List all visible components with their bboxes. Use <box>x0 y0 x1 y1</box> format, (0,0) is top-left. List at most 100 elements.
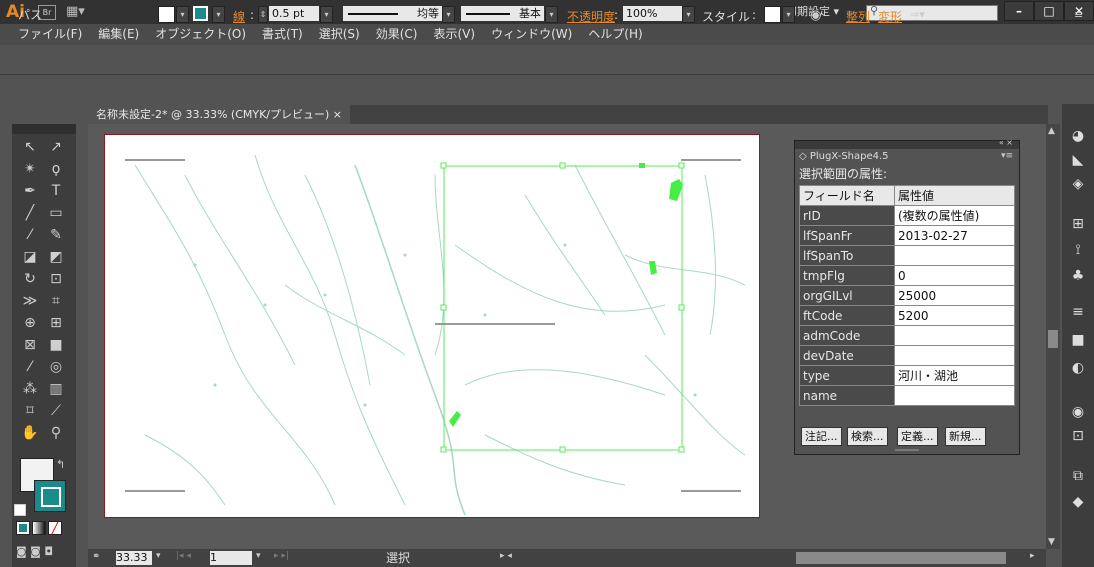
lasso-tool-icon[interactable]: ϙ <box>44 160 68 178</box>
zoom-tool-icon[interactable]: ⚲ <box>44 424 68 442</box>
appearance-icon[interactable]: ◉ <box>1070 404 1086 420</box>
field-value[interactable]: 2013-02-27 <box>894 225 1015 246</box>
table-row[interactable]: admCode <box>799 325 1015 346</box>
eyedropper-tool-icon[interactable]: ⁄ <box>18 358 42 376</box>
table-row[interactable]: name <box>799 385 1015 406</box>
gradient-panel-icon[interactable]: ■ <box>1070 332 1086 348</box>
blob-brush-tool-icon[interactable]: ◪ <box>18 248 42 266</box>
free-transform-tool-icon[interactable]: ⌗ <box>44 292 68 310</box>
rotate-tool-icon[interactable]: ↻ <box>18 270 42 288</box>
direct-selection-tool-icon[interactable]: ↗ <box>44 138 68 156</box>
table-row[interactable]: ftCode 5200 <box>799 305 1015 326</box>
symbol-sprayer-tool-icon[interactable]: ⁂ <box>18 380 42 398</box>
opacity-label[interactable]: 不透明度 <box>567 8 615 25</box>
arrange-documents-icon[interactable]: ▦▾ <box>66 3 85 21</box>
annotate-button[interactable]: 注記... <box>801 427 842 446</box>
slice-tool-icon[interactable]: ⟋ <box>44 402 68 420</box>
layers-icon[interactable]: ◆ <box>1070 494 1086 510</box>
panel-header-bar[interactable]: « × <box>795 138 1019 149</box>
gradient-mode-button[interactable] <box>32 521 46 535</box>
default-fill-stroke-icon[interactable] <box>14 504 26 516</box>
menu-file[interactable]: ファイル(F) <box>0 24 82 45</box>
panel-menu-icon[interactable]: ▾≡ <box>1001 151 1013 161</box>
symbols-icon[interactable]: ♣ <box>1070 268 1086 284</box>
field-value[interactable]: (複数の属性値) <box>894 205 1015 226</box>
field-value[interactable] <box>894 385 1015 406</box>
transform-label[interactable]: 変形 <box>878 8 902 25</box>
field-value[interactable] <box>894 325 1015 346</box>
menu-select[interactable]: 選択(S) <box>303 24 360 45</box>
stroke-panel-icon[interactable]: ≡ <box>1070 304 1086 320</box>
recolor-artwork-icon[interactable]: ◉ <box>810 8 821 23</box>
stroke-swatch[interactable] <box>193 6 208 21</box>
artboard-tool-icon[interactable]: ⌑ <box>18 402 42 420</box>
graphic-style-swatch[interactable] <box>764 6 781 23</box>
color-mode-button[interactable] <box>16 521 30 535</box>
minimize-button[interactable]: – <box>1004 1 1034 21</box>
stroke-color-box[interactable] <box>34 480 66 512</box>
brush-definition[interactable]: 基本 <box>460 5 545 22</box>
isolate-icon[interactable]: ⇒▾ <box>910 8 925 21</box>
define-button[interactable]: 定義... <box>897 427 938 446</box>
search-button[interactable]: 検索... <box>847 427 888 446</box>
panel-resize-grip[interactable] <box>895 449 919 451</box>
panel-collapse-close-icon[interactable]: « × <box>999 138 1013 147</box>
opacity-dropdown[interactable]: ▾ <box>682 6 695 23</box>
type-tool-icon[interactable]: T <box>44 182 68 200</box>
menu-view[interactable]: 表示(V) <box>417 24 475 45</box>
profile-dropdown[interactable]: ▾ <box>442 6 455 23</box>
swatches-icon[interactable]: ⊞ <box>1070 216 1086 232</box>
magic-wand-tool-icon[interactable]: ✴ <box>18 160 42 178</box>
table-row[interactable]: lfSpanTo <box>799 245 1015 266</box>
selection-tool-icon[interactable]: ↖ <box>18 138 42 156</box>
menu-type[interactable]: 書式(T) <box>246 24 303 45</box>
color-panel-icon[interactable]: ◕ <box>1070 128 1086 144</box>
pencil-tool-icon[interactable]: ✎ <box>44 226 68 244</box>
stroke-dropdown[interactable]: ▾ <box>212 6 225 23</box>
status-menu-icon[interactable]: ▸ ◂ <box>500 551 512 561</box>
width-tool-icon[interactable]: ≫ <box>18 292 42 310</box>
stroke-weight-dropdown[interactable]: ▾ <box>320 6 333 23</box>
draw-mode-icons[interactable]: ◙ ◙ ◘ <box>16 545 53 558</box>
table-row[interactable]: lfSpanFr 2013-02-27 <box>799 225 1015 246</box>
paintbrush-tool-icon[interactable]: ⁄ <box>18 226 42 244</box>
field-value[interactable]: 5200 <box>894 305 1015 326</box>
field-value[interactable] <box>894 245 1015 266</box>
table-row[interactable]: tmpFlg 0 <box>799 265 1015 286</box>
scroll-up-icon[interactable]: ▲ <box>1048 126 1055 136</box>
pen-tool-icon[interactable]: ✒ <box>18 182 42 200</box>
artboard-number-field[interactable]: 1 <box>210 551 252 565</box>
table-row[interactable]: type 河川・湖池 <box>799 365 1015 386</box>
fill-swatch[interactable] <box>158 6 175 23</box>
first-artboard-icon[interactable]: |◂ ◂ <box>176 551 191 561</box>
scale-tool-icon[interactable]: ⊡ <box>44 270 68 288</box>
menu-object[interactable]: オブジェクト(O) <box>139 24 246 45</box>
field-value[interactable]: 0 <box>894 265 1015 286</box>
horizontal-scroll-thumb[interactable] <box>796 552 1006 564</box>
swap-fill-stroke-icon[interactable]: ↰ <box>56 458 65 471</box>
column-graph-tool-icon[interactable]: ▥ <box>44 380 68 398</box>
blend-tool-icon[interactable]: ◎ <box>44 358 68 376</box>
menu-effect[interactable]: 効果(C) <box>360 24 418 45</box>
artboards-icon[interactable]: ⧉ <box>1070 468 1086 484</box>
perspective-grid-tool-icon[interactable]: ⊞ <box>44 314 68 332</box>
vertical-scroll-thumb[interactable] <box>1048 330 1058 348</box>
artboard[interactable] <box>104 134 760 518</box>
graphic-styles-icon[interactable]: ⊡ <box>1070 428 1086 444</box>
line-tool-icon[interactable]: ╱ <box>18 204 42 222</box>
menu-help[interactable]: ヘルプ(H) <box>572 24 642 45</box>
brush-dropdown[interactable]: ▾ <box>545 6 558 23</box>
color-guide-icon[interactable]: ◣ <box>1070 152 1086 168</box>
document-tab[interactable]: 名称未設定-2* @ 33.33% (CMYK/プレビュー) × <box>88 105 351 124</box>
stroke-label[interactable]: 線 <box>233 8 245 25</box>
menu-edit[interactable]: 編集(E) <box>82 24 139 45</box>
new-button[interactable]: 新規... <box>945 427 986 446</box>
field-value[interactable]: 25000 <box>894 285 1015 306</box>
mesh-tool-icon[interactable]: ⊠ <box>18 336 42 354</box>
scroll-right-icon[interactable]: ▸ <box>1030 551 1035 561</box>
align-label[interactable]: 整列 <box>846 8 870 25</box>
fill-dropdown[interactable]: ▾ <box>176 6 189 23</box>
next-artboard-icon[interactable]: ▸ ▸| <box>274 551 289 561</box>
shape-builder-tool-icon[interactable]: ⊕ <box>18 314 42 332</box>
control-panel-menu-icon[interactable]: ≡ <box>1074 8 1083 21</box>
